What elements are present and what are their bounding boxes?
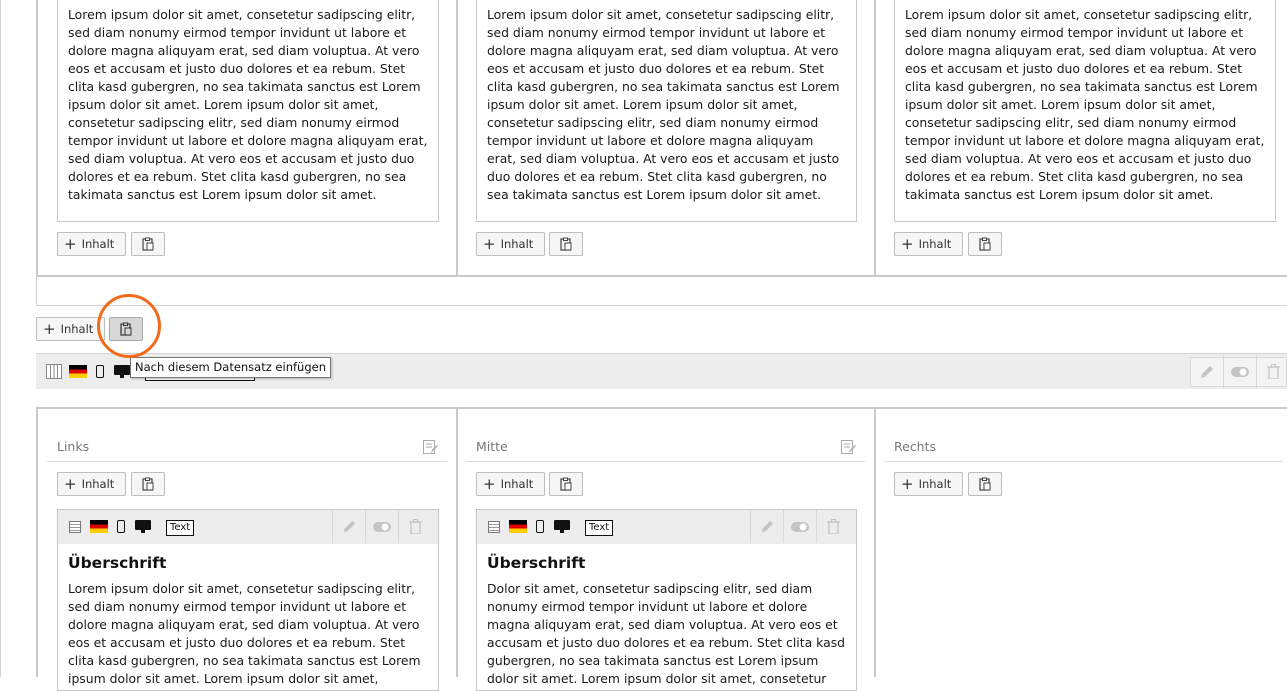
toggle-visibility-icon xyxy=(373,521,391,532)
plus-icon: + xyxy=(901,234,914,253)
pencil-icon xyxy=(761,520,773,533)
german-flag-icon xyxy=(69,365,87,378)
desktop-device-icon xyxy=(135,520,151,534)
upper-container-bottom-border xyxy=(36,305,1287,306)
content-type-badge: Text xyxy=(585,520,614,536)
add-content-label: Inhalt xyxy=(918,477,952,491)
toggle-visibility-button[interactable] xyxy=(1223,355,1256,388)
delete-button[interactable] xyxy=(398,510,431,543)
add-content-label: Inhalt xyxy=(918,237,952,251)
edit-button[interactable] xyxy=(332,510,365,543)
paste-button[interactable] xyxy=(549,232,583,256)
pencil-icon xyxy=(1200,365,1213,378)
content-element-card[interactable]: Lorem ipsum dolor sit amet, consetetur s… xyxy=(57,0,439,222)
upper-grid-divider-1 xyxy=(456,0,458,277)
paste-button[interactable] xyxy=(968,472,1002,496)
content-type-badge: Text xyxy=(166,520,195,536)
mobile-device-icon xyxy=(96,365,104,378)
clipboard-paste-icon xyxy=(560,477,572,491)
paste-button[interactable] xyxy=(549,472,583,496)
pencil-icon xyxy=(343,520,355,533)
german-flag-icon xyxy=(90,520,108,533)
grid-container-icon xyxy=(46,364,62,379)
add-content-button[interactable]: + Inhalt xyxy=(57,472,126,496)
content-element-text: Lorem ipsum dolor sit amet, consetetur s… xyxy=(487,7,840,202)
lower-grid-divider-2 xyxy=(874,407,876,677)
highlight-ring xyxy=(97,294,161,358)
add-content-button[interactable]: + Inhalt xyxy=(36,317,105,341)
plus-icon: + xyxy=(483,234,496,253)
lower-grid-divider-1 xyxy=(456,407,458,677)
page-left-border xyxy=(0,0,1,677)
content-element-title: Überschrift xyxy=(487,554,586,572)
column-edit-icon[interactable] xyxy=(841,440,856,455)
upper-grid-bottom-border xyxy=(36,275,1287,277)
plus-icon: + xyxy=(483,474,496,493)
delete-button[interactable] xyxy=(1256,355,1287,388)
column-header-line xyxy=(47,461,447,462)
paste-after-tooltip: Nach diesem Datensatz einfügen xyxy=(130,357,331,378)
trash-icon xyxy=(1266,364,1280,379)
desktop-device-icon xyxy=(114,365,130,379)
plus-icon: + xyxy=(901,474,914,493)
plus-icon: + xyxy=(64,234,77,253)
add-content-label: Inhalt xyxy=(81,477,115,491)
plus-icon: + xyxy=(43,319,56,338)
paste-button[interactable] xyxy=(131,232,165,256)
content-element-text: Lorem ipsum dolor sit amet, consetetur s… xyxy=(68,7,428,202)
add-content-label: Inhalt xyxy=(60,322,94,336)
add-content-button[interactable]: + Inhalt xyxy=(476,232,545,256)
edit-button[interactable] xyxy=(750,510,783,543)
tooltip-text: Nach diesem Datensatz einfügen xyxy=(135,360,326,374)
lower-grid-top-border xyxy=(36,407,1287,409)
content-element-text: Dolor sit amet, consetetur sadipscing el… xyxy=(487,581,846,686)
paste-button[interactable] xyxy=(131,472,165,496)
trash-icon xyxy=(408,519,422,534)
column-label-left: Links xyxy=(57,439,90,454)
german-flag-icon xyxy=(509,520,527,533)
column-label-right: Rechts xyxy=(894,439,937,454)
content-element-card[interactable]: Lorem ipsum dolor sit amet, consetetur s… xyxy=(894,0,1276,222)
plus-icon: + xyxy=(64,474,77,493)
clipboard-paste-icon xyxy=(979,237,991,251)
clipboard-paste-icon xyxy=(979,477,991,491)
desktop-device-icon xyxy=(554,520,570,534)
clipboard-paste-icon xyxy=(142,237,154,251)
content-element-card[interactable]: Text Überschrift Dolor sit amet, consete… xyxy=(476,509,857,691)
toggle-visibility-icon xyxy=(791,521,809,532)
upper-container-left-border xyxy=(36,277,37,306)
column-header-line xyxy=(884,461,1283,462)
text-content-type-icon xyxy=(69,521,81,533)
mobile-device-icon xyxy=(117,520,125,533)
mobile-device-icon xyxy=(536,520,544,533)
add-content-button[interactable]: + Inhalt xyxy=(476,472,545,496)
clipboard-paste-icon xyxy=(560,237,572,251)
content-element-text: Lorem ipsum dolor sit amet, consetetur s… xyxy=(905,7,1265,202)
lower-grid-border-left xyxy=(36,407,38,677)
paste-button[interactable] xyxy=(968,232,1002,256)
upper-grid-border-left xyxy=(36,0,38,277)
toggle-visibility-button[interactable] xyxy=(365,510,398,543)
content-element-card[interactable]: Text Überschrift Lorem ipsum dolor sit a… xyxy=(57,509,439,691)
add-content-label: Inhalt xyxy=(81,237,115,251)
text-content-type-icon xyxy=(488,521,500,533)
clipboard-paste-icon xyxy=(142,477,154,491)
content-element-card[interactable]: Lorem ipsum dolor sit amet, consetetur s… xyxy=(476,0,857,222)
column-label-middle: Mitte xyxy=(476,439,508,454)
add-content-label: Inhalt xyxy=(500,237,534,251)
toggle-visibility-button[interactable] xyxy=(783,510,816,543)
add-content-button[interactable]: + Inhalt xyxy=(894,472,963,496)
add-content-button[interactable]: + Inhalt xyxy=(894,232,963,256)
toggle-visibility-icon xyxy=(1231,366,1249,377)
column-header-line xyxy=(466,461,865,462)
column-edit-icon[interactable] xyxy=(423,440,438,455)
delete-button[interactable] xyxy=(816,510,849,543)
content-element-text: Lorem ipsum dolor sit amet, consetetur s… xyxy=(68,581,421,686)
content-element-title: Überschrift xyxy=(68,554,167,572)
edit-button[interactable] xyxy=(1190,355,1223,388)
upper-grid-divider-2 xyxy=(874,0,876,277)
add-content-button[interactable]: + Inhalt xyxy=(57,232,126,256)
add-content-label: Inhalt xyxy=(500,477,534,491)
trash-icon xyxy=(826,519,840,534)
